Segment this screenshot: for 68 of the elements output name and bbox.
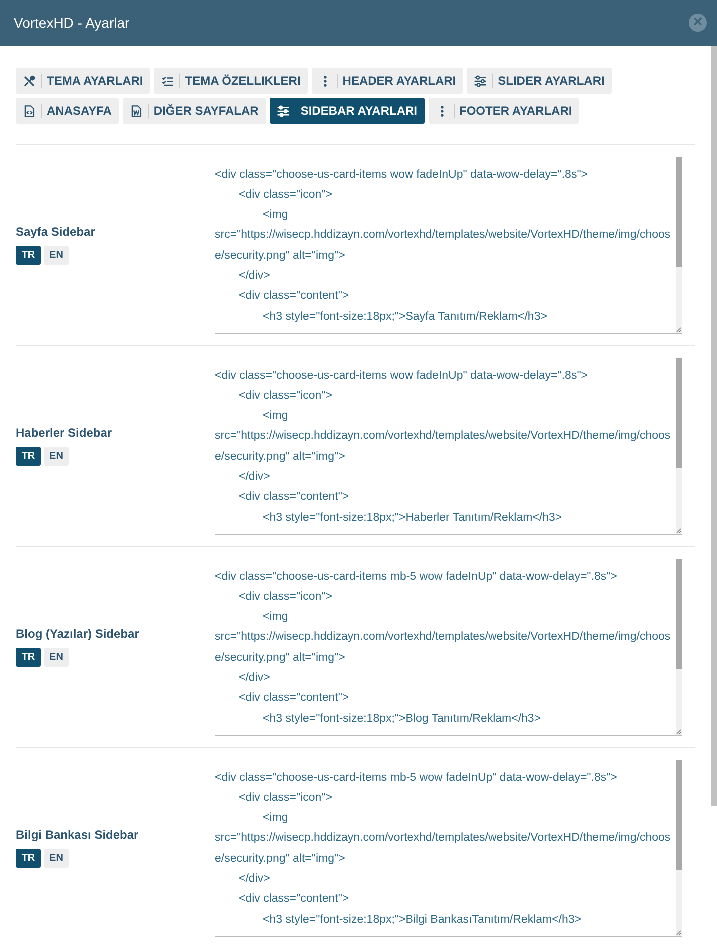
code-line: <div class="content"> [238, 490, 350, 506]
tab[interactable]: FOOTER AYARLARI [428, 98, 580, 124]
resize-grip-icon[interactable] [676, 930, 682, 936]
language-tab[interactable]: TR [16, 447, 41, 466]
code-line: <div class="choose-us-card-items wow fadeInUp" data-wow-delay=".8s"> [215, 168, 589, 182]
code-textarea[interactable] [215, 558, 682, 736]
code-line: <h3 style="font-size:18px;">Bilgi BankasıTanıtım/Reklam</h3> [262, 912, 583, 928]
scrollbar[interactable] [676, 760, 682, 936]
language-tab[interactable]: EN [44, 246, 69, 265]
page-scrollbar[interactable] [711, 46, 717, 806]
code-line: <div class="content"> [238, 691, 350, 706]
language-tab[interactable]: EN [44, 447, 69, 466]
language-tab[interactable]: TR [16, 849, 41, 868]
code-line: <h3 style="font-size:18px;">Sayfa Tanıtım/Reklam</h3> [262, 310, 548, 325]
code-line: <div class="icon"> [238, 388, 334, 404]
tab[interactable]: SLIDER AYARLARI [467, 68, 612, 94]
code-line: src="https://wisecp.hddizayn.com/vortexhd/templates/website/VortexHD/theme/img/choose/security.png" alt="img"> [215, 831, 672, 867]
code-line: </div> [238, 872, 272, 887]
checklist-icon [161, 74, 174, 88]
language-tab[interactable]: TR [16, 246, 41, 265]
section-label: Haberler Sidebar [16, 426, 114, 440]
section-label: Blog (Yazılar) Sidebar [16, 627, 140, 641]
code-textarea[interactable] [215, 156, 682, 334]
section-label: Sayfa Sidebar [16, 225, 96, 239]
code-line: <div class="content"> [238, 892, 350, 908]
code-textarea[interactable] [215, 358, 682, 534]
tools-icon [23, 74, 36, 88]
scrollbar[interactable] [676, 358, 682, 534]
code-line: <h3 style="font-size:18px;">Blog Tanıtım/Reklam</h3> [262, 712, 542, 727]
tab[interactable]: SIDEBAR AYARLARI [270, 98, 425, 124]
window-title: VortexHD - Ayarlar [14, 15, 130, 31]
tab[interactable]: DIĞER SAYFALAR [122, 98, 266, 124]
resize-grip-icon[interactable] [676, 326, 682, 332]
code-line: src="https://wisecp.hddizayn.com/vortexhd/templates/website/VortexHD/theme/img/choose/security.png" alt="img"> [215, 630, 672, 666]
resize-grip-icon[interactable] [676, 728, 682, 734]
code-line: </div> [238, 268, 272, 284]
tab[interactable]: TEMA ÖZELLIKLERI [154, 68, 308, 94]
resize-grip-icon[interactable] [676, 528, 682, 534]
tab[interactable]: TEMA AYARLARI [16, 68, 150, 94]
code-line: <img [262, 208, 290, 224]
code-line: <div class="icon"> [238, 188, 334, 203]
code-line: src="https://wisecp.hddizayn.com/vortexhd/templates/website/VortexHD/theme/img/choose/security.png" alt="img"> [215, 429, 672, 465]
section-label: Bilgi Bankası Sidebar [16, 828, 140, 842]
scrollbar[interactable] [676, 156, 682, 332]
word-file-icon [130, 104, 143, 118]
code-line: <h3 style="font-size:18px;">Haberler Tanıtım/Reklam</h3> [262, 510, 564, 526]
language-tab[interactable]: EN [44, 648, 69, 667]
code-textarea[interactable] [215, 760, 682, 936]
code-line: <div class="content"> [238, 289, 350, 304]
sliders-icon [276, 104, 290, 118]
code-line: <div class="choose-us-card-items mb-5 wow fadeInUp" data-wow-delay=".8s"> [215, 570, 618, 584]
code-line: </div> [238, 670, 272, 686]
code-line: <div class="icon"> [238, 790, 334, 806]
tab[interactable]: HEADER AYARLARI [312, 68, 464, 94]
code-line: <div class="choose-us-card-items mb-5 wow fadeInUp" data-wow-delay=".8s"> [215, 770, 618, 786]
code-line: </div> [238, 470, 272, 485]
code-file-icon [23, 104, 36, 118]
code-line: <div class="icon"> [238, 590, 334, 605]
language-tab[interactable]: TR [16, 648, 41, 667]
scrollbar[interactable] [676, 558, 682, 734]
code-line: <img [262, 610, 290, 626]
code-line: <img [262, 409, 290, 424]
code-line: src="https://wisecp.hddizayn.com/vortexhd/templates/website/VortexHD/theme/img/choose/security.png" alt="img"> [215, 228, 672, 264]
code-line: <div class="choose-us-card-items wow fadeInUp" data-wow-delay=".8s"> [215, 368, 589, 384]
tab[interactable]: ANASAYFA [16, 98, 119, 124]
code-line: <img [262, 811, 290, 826]
sliders-icon [474, 74, 488, 88]
language-tab[interactable]: EN [44, 849, 69, 868]
